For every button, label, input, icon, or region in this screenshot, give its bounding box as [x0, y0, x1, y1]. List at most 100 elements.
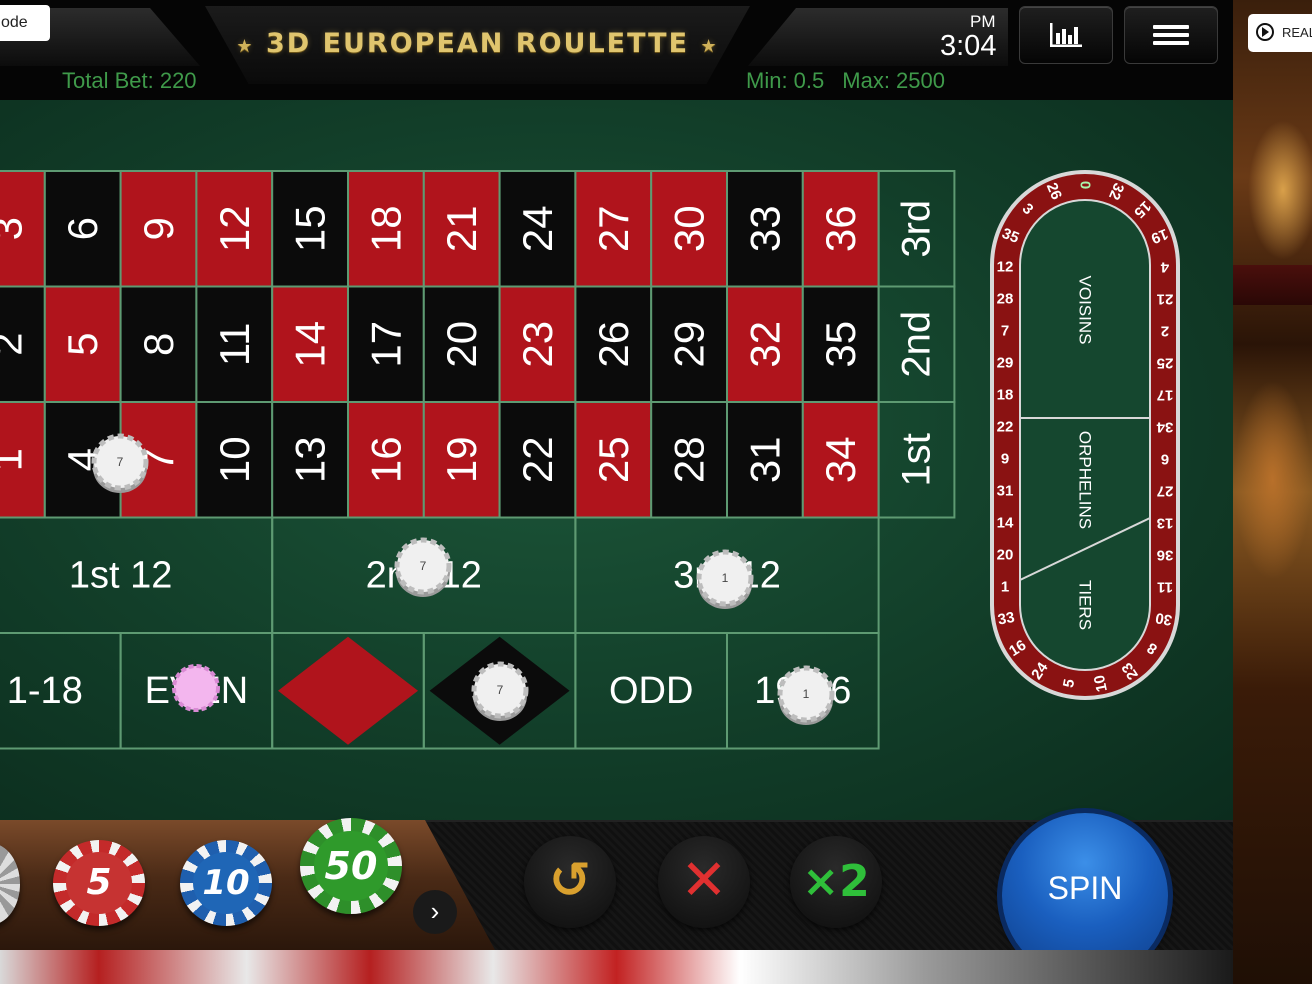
racetrack-number-22: 22: [997, 419, 1014, 436]
placed-chip-value: 7: [420, 559, 427, 573]
bar-chart-icon: [1050, 23, 1082, 47]
racetrack-number-28: 28: [997, 291, 1014, 308]
racetrack-number-29: 29: [997, 355, 1014, 372]
number-label: 14: [287, 321, 334, 368]
star-icon: ★: [700, 36, 719, 57]
clock-ampm: PM: [970, 12, 996, 31]
placed-chip-value: 1: [803, 687, 810, 701]
racetrack-number-7: 7: [1001, 323, 1009, 340]
number-label: 33: [741, 205, 788, 252]
betting-board: 3691215182124273033362581114172023262932…: [0, 170, 1180, 750]
racetrack-number-30: 30: [1154, 609, 1173, 629]
chip-10[interactable]: 10: [180, 840, 272, 926]
game-title-text: 3D EUROPEAN ROULETTE: [265, 28, 690, 59]
racetrack-number-12: 12: [997, 259, 1014, 276]
number-label: 27: [590, 205, 637, 252]
mode-toggle-button[interactable]: ode: [0, 5, 50, 41]
racetrack-number-25: 25: [1157, 355, 1174, 372]
real-play-button[interactable]: REAL: [1248, 14, 1312, 52]
placed-chip-value: 1: [722, 571, 729, 585]
racetrack-number-27: 27: [1157, 482, 1174, 499]
double-bets-button[interactable]: ×2: [790, 836, 882, 928]
number-label: 31: [741, 436, 788, 483]
outside-label: ODD: [609, 670, 693, 712]
racetrack-number-31: 31: [997, 482, 1014, 499]
racetrack-number-21: 21: [1157, 291, 1174, 308]
number-label: 2: [0, 333, 30, 356]
racetrack-section-tiers: TIERS: [1076, 580, 1095, 630]
top-bar: ode ★ 3D EUROPEAN ROULETTE ★ Total Bet: …: [0, 0, 1233, 100]
star-icon: ★: [236, 36, 255, 57]
racetrack-number-11: 11: [1157, 578, 1173, 595]
background-casino-image: [1233, 0, 1312, 984]
hamburger-menu-icon: [1153, 25, 1189, 45]
racetrack-number-14: 14: [997, 514, 1014, 531]
menu-button[interactable]: [1124, 6, 1218, 64]
racetrack-number-9: 9: [1001, 450, 1009, 467]
chip-5[interactable]: 5: [53, 840, 145, 926]
number-label: 5: [59, 333, 106, 356]
clear-bets-button[interactable]: ✕: [658, 836, 750, 928]
red-diamond[interactable]: [278, 636, 418, 745]
number-label: 11: [211, 322, 258, 366]
next-chips-button[interactable]: ›: [413, 890, 457, 934]
number-label: 18: [362, 205, 409, 252]
placed-chip-value: 7: [497, 683, 504, 697]
clock-time: 3:04: [940, 30, 997, 62]
number-label: 25: [590, 436, 637, 483]
racetrack-number-1: 1: [1001, 578, 1009, 595]
racetrack-number-18: 18: [997, 387, 1014, 404]
number-label: 24: [514, 205, 561, 252]
number-label: 10: [211, 436, 258, 483]
placed-chip-value: 7: [117, 455, 124, 469]
number-label: 16: [362, 436, 409, 483]
number-label: 22: [514, 436, 561, 483]
number-label: 17: [362, 321, 409, 368]
dozen-label: 1st 12: [69, 554, 173, 596]
racetrack-number-2: 2: [1161, 323, 1169, 340]
racetrack-number-4: 4: [1160, 259, 1169, 276]
racetrack-number-17: 17: [1157, 387, 1174, 404]
column-label: 1st: [895, 433, 939, 486]
statistics-button[interactable]: [1019, 6, 1113, 64]
min-bet-label: Min: 0.5: [746, 68, 825, 93]
chip-50-value: 50: [314, 831, 388, 901]
bet-limits: Min: 0.5 Max: 2500: [746, 68, 945, 94]
number-label: 19: [438, 436, 485, 483]
racetrack-number-0: 0: [1077, 181, 1094, 189]
number-label: 35: [817, 321, 864, 368]
undo-button[interactable]: ↺: [524, 836, 616, 928]
racetrack-number-10: 10: [1091, 674, 1111, 694]
play-icon: [1256, 23, 1274, 41]
number-label: 29: [666, 321, 713, 368]
outside-label: 1-18: [7, 670, 83, 712]
column-label: 2nd: [895, 311, 939, 378]
column-label: 3rd: [895, 200, 939, 258]
racetrack-number-33: 33: [997, 609, 1016, 629]
number-label: 36: [817, 205, 864, 252]
number-label: 13: [287, 436, 334, 483]
number-label: 26: [590, 321, 637, 368]
number-label: 34: [817, 436, 864, 483]
number-label: 32: [741, 321, 788, 368]
max-bet-label: Max: 2500: [842, 68, 945, 93]
chip-5-value: 5: [65, 852, 133, 914]
number-label: 20: [438, 321, 485, 368]
racetrack-number-6: 6: [1161, 450, 1169, 467]
chip-10-value: 10: [192, 852, 260, 914]
placed-chip-pink[interactable]: [172, 664, 220, 712]
background-table-edge: [0, 950, 1233, 984]
total-bet-label: Total Bet: 220: [62, 68, 197, 93]
racetrack-number-36: 36: [1157, 546, 1174, 563]
chip-50[interactable]: 50: [300, 818, 402, 914]
number-label: 28: [666, 436, 713, 483]
game-title: ★ 3D EUROPEAN ROULETTE ★: [205, 28, 750, 59]
racetrack-section-voisins: VOISINS: [1076, 276, 1095, 345]
number-label: 8: [135, 333, 182, 356]
number-label: 12: [211, 205, 258, 252]
number-label: 23: [514, 321, 561, 368]
number-label: 9: [135, 217, 182, 240]
number-label: 1: [0, 448, 30, 471]
real-play-label: REAL: [1282, 25, 1312, 40]
number-label: 21: [438, 205, 485, 252]
